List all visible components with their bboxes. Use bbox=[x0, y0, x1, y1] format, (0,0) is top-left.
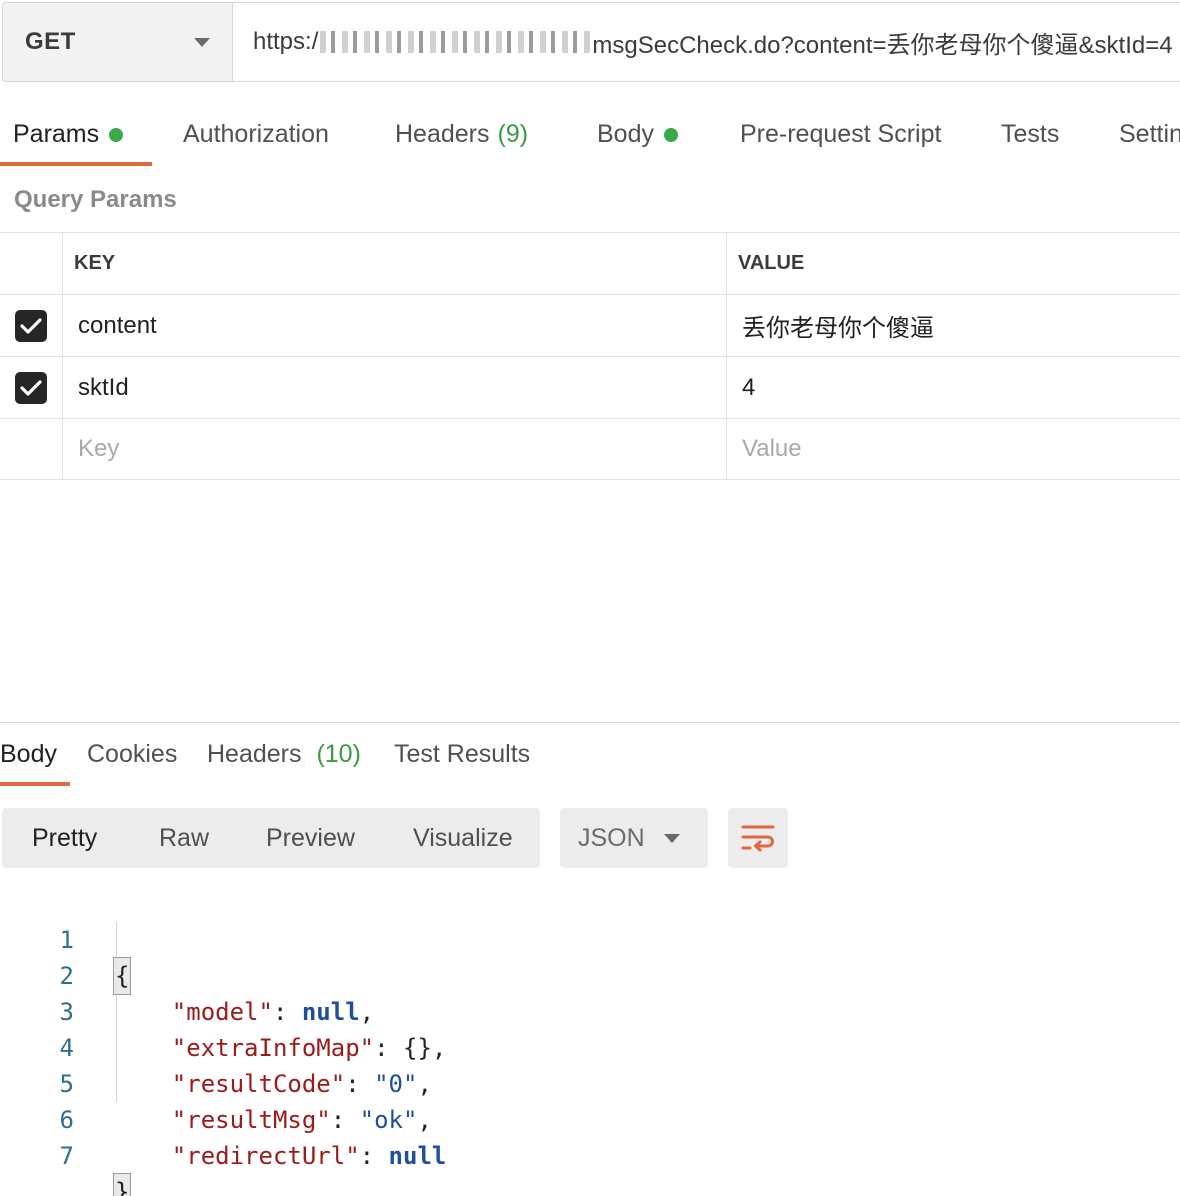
active-tab-indicator bbox=[0, 782, 70, 786]
tab-settings[interactable]: Settin bbox=[1119, 120, 1180, 149]
tab-label: Params bbox=[13, 120, 100, 148]
value-column-header: VALUE bbox=[738, 252, 805, 274]
tab-headers[interactable]: Headers (9) bbox=[395, 120, 528, 149]
code-line: 2 "model": null, bbox=[0, 922, 1180, 1026]
param-key-cell[interactable]: content bbox=[63, 295, 727, 356]
response-body-viewer[interactable]: 1 { 2 "model": null, 3 "extraInfoMap": {… bbox=[0, 886, 1180, 1196]
value-input[interactable]: Value bbox=[727, 419, 1180, 479]
tab-body[interactable]: Body bbox=[597, 120, 678, 149]
request-bar: GET https:/ msgSecCheck.do?content=丢你老母你个… bbox=[2, 2, 1180, 82]
response-tab-cookies[interactable]: Cookies bbox=[87, 740, 177, 769]
checkbox-column-header bbox=[0, 233, 63, 294]
tab-label: Headers bbox=[207, 740, 302, 768]
code-line: 5 "resultMsg": "ok", bbox=[0, 1030, 1180, 1134]
format-label: JSON bbox=[578, 823, 645, 852]
close-brace: } bbox=[112, 1173, 132, 1196]
line-number: 7 bbox=[59, 1142, 74, 1170]
url-prefix: https:/ bbox=[253, 28, 319, 55]
tab-label: Body bbox=[597, 120, 654, 148]
response-tab-headers[interactable]: Headers (10) bbox=[207, 740, 361, 769]
row-checkbox-cell bbox=[0, 419, 63, 479]
code-line: 7 } bbox=[0, 1102, 1180, 1196]
tab-label: Settin bbox=[1119, 120, 1180, 148]
wrap-lines-icon bbox=[741, 825, 775, 852]
view-mode-group: Pretty Raw Preview Visualize bbox=[2, 808, 540, 868]
url-suffix: msgSecCheck.do?content=丢你老母你个傻逼&sktId=4 bbox=[592, 31, 1173, 59]
method-select[interactable]: GET bbox=[3, 3, 233, 81]
table-header-row: KEY VALUE bbox=[0, 232, 1180, 294]
tab-label: Headers bbox=[395, 120, 490, 148]
wrap-lines-button[interactable] bbox=[728, 808, 788, 868]
param-key-cell[interactable]: sktId bbox=[63, 357, 727, 418]
view-preview-button[interactable]: Preview bbox=[266, 824, 355, 853]
chevron-down-icon bbox=[664, 834, 680, 843]
chevron-down-icon bbox=[194, 37, 210, 47]
json-key: "redirectUrl" bbox=[171, 1142, 360, 1170]
param-value-cell[interactable]: 4 bbox=[727, 357, 1180, 418]
headers-count: (9) bbox=[497, 120, 529, 148]
row-checkbox[interactable] bbox=[15, 371, 47, 404]
status-dot-icon bbox=[663, 127, 678, 142]
view-pretty-button[interactable]: Pretty bbox=[32, 824, 97, 853]
response-tab-test-results[interactable]: Test Results bbox=[394, 740, 530, 769]
code-line: 6 "redirectUrl": null bbox=[0, 1066, 1180, 1170]
tab-label: Tests bbox=[1001, 120, 1060, 148]
request-tabs: Params Authorization Headers (9) Body Pre… bbox=[0, 100, 1180, 168]
headers-count: (10) bbox=[316, 740, 361, 768]
json-value: null bbox=[388, 1142, 447, 1170]
row-checkbox-cell bbox=[0, 357, 63, 418]
tab-tests[interactable]: Tests bbox=[1001, 120, 1059, 149]
tab-params[interactable]: Params bbox=[13, 120, 124, 149]
view-raw-button[interactable]: Raw bbox=[159, 824, 209, 853]
tab-pre-request-script[interactable]: Pre-request Script bbox=[740, 120, 941, 149]
param-value-cell[interactable]: 丢你老母你个傻逼 bbox=[727, 295, 1180, 356]
code-line: 1 { bbox=[0, 886, 1180, 995]
key-column-header: KEY bbox=[63, 233, 727, 294]
params-table: KEY VALUE content 丢你老母你个傻逼 sktId 4 Key V… bbox=[0, 232, 1180, 480]
row-checkbox-cell bbox=[0, 295, 63, 356]
checkmark-icon bbox=[20, 379, 42, 396]
format-select[interactable]: JSON bbox=[560, 808, 708, 868]
active-tab-indicator bbox=[0, 162, 152, 166]
status-dot-icon bbox=[109, 127, 124, 142]
view-visualize-button[interactable]: Visualize bbox=[413, 824, 513, 853]
url-input[interactable]: https:/ msgSecCheck.do?content=丢你老母你个傻逼&s… bbox=[233, 3, 1180, 81]
code-line: 3 "extraInfoMap": {}, bbox=[0, 958, 1180, 1062]
tab-label: Authorization bbox=[183, 120, 329, 148]
redacted-host bbox=[320, 31, 591, 53]
tab-authorization[interactable]: Authorization bbox=[183, 120, 329, 149]
row-checkbox[interactable] bbox=[15, 309, 47, 342]
tab-label: Pre-request Script bbox=[740, 120, 942, 148]
section-title: Query Params bbox=[14, 186, 177, 213]
method-label: GET bbox=[25, 28, 76, 55]
table-row: content 丢你老母你个傻逼 bbox=[0, 294, 1180, 356]
key-input[interactable]: Key bbox=[63, 419, 727, 479]
table-row: sktId 4 bbox=[0, 356, 1180, 418]
pane-divider[interactable] bbox=[0, 722, 1180, 723]
code-line: 4 "resultCode": "0", bbox=[0, 994, 1180, 1098]
checkmark-icon bbox=[20, 317, 42, 334]
response-tab-body[interactable]: Body bbox=[0, 740, 57, 769]
table-row-empty: Key Value bbox=[0, 418, 1180, 480]
